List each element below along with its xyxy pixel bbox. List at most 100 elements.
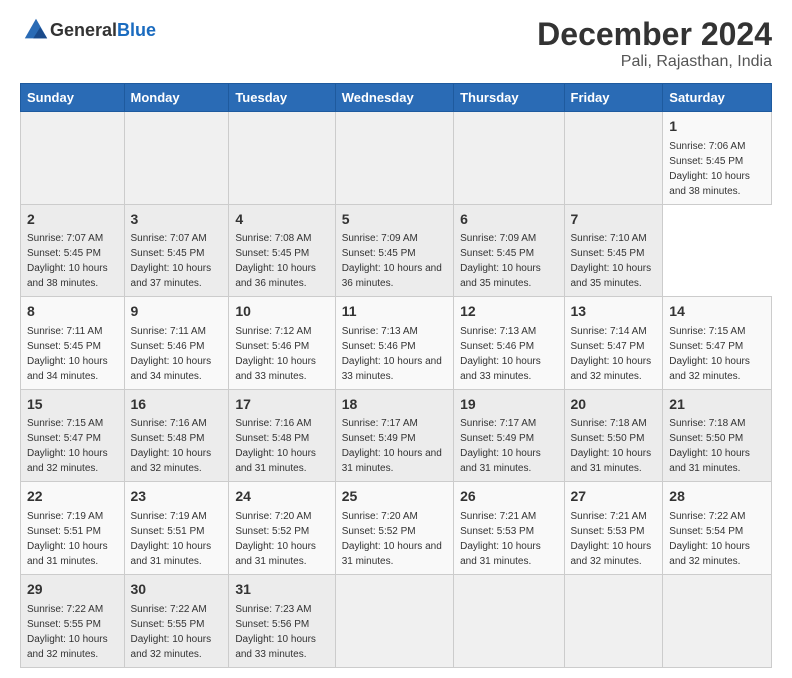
day-num: 31 <box>235 580 328 600</box>
logo-blue: Blue <box>117 20 156 40</box>
day-info: Sunrise: 7:22 AMSunset: 5:54 PMDaylight:… <box>669 511 750 567</box>
day-num: 2 <box>27 210 118 230</box>
day-info: Sunrise: 7:16 AMSunset: 5:48 PMDaylight:… <box>131 418 212 474</box>
header-row: SundayMondayTuesdayWednesdayThursdayFrid… <box>21 84 772 112</box>
col-header-thursday: Thursday <box>454 84 564 112</box>
day-cell-22: 22 Sunrise: 7:19 AMSunset: 5:51 PMDayligh… <box>21 482 125 575</box>
day-cell-17: 17Sunrise: 7:16 AMSunset: 5:48 PMDayligh… <box>229 389 335 482</box>
week-row-4: 15 Sunrise: 7:15 AMSunset: 5:47 PMDayligh… <box>21 389 772 482</box>
logo: GeneralBlue <box>20 16 156 44</box>
day-num: 22 <box>27 487 118 507</box>
day-num: 1 <box>669 117 765 137</box>
day-info: Sunrise: 7:17 AMSunset: 5:49 PMDaylight:… <box>460 418 541 474</box>
day-num: 15 <box>27 395 118 415</box>
day-num: 16 <box>131 395 223 415</box>
day-cell-8: 8 Sunrise: 7:11 AMSunset: 5:45 PMDaylight… <box>21 297 125 390</box>
day-cell-25: 25 Sunrise: 7:20 AMSunset: 5:52 PMDayligh… <box>335 482 453 575</box>
empty-cell <box>454 574 564 667</box>
empty-cell <box>564 112 663 205</box>
day-cell-28: 28Sunrise: 7:22 AMSunset: 5:54 PMDayligh… <box>663 482 772 575</box>
day-info: Sunrise: 7:16 AMSunset: 5:48 PMDaylight:… <box>235 418 316 474</box>
day-info: Sunrise: 7:08 AMSunset: 5:45 PMDaylight:… <box>235 233 316 289</box>
day-num: 30 <box>131 580 223 600</box>
day-info: Sunrise: 7:20 AMSunset: 5:52 PMDaylight:… <box>235 511 316 567</box>
day-info: Sunrise: 7:14 AMSunset: 5:47 PMDaylight:… <box>571 326 652 382</box>
empty-cell <box>564 574 663 667</box>
day-cell-18: 18 Sunrise: 7:17 AMSunset: 5:49 PMDayligh… <box>335 389 453 482</box>
day-cell-11: 11Sunrise: 7:13 AMSunset: 5:46 PMDayligh… <box>335 297 453 390</box>
day-info: Sunrise: 7:19 AMSunset: 5:51 PMDaylight:… <box>27 511 108 567</box>
day-num: 18 <box>342 395 447 415</box>
week-row-6: 29Sunrise: 7:22 AMSunset: 5:55 PMDayligh… <box>21 574 772 667</box>
day-info: Sunrise: 7:20 AMSunset: 5:52 PMDaylight:… <box>342 511 442 567</box>
logo-general: General <box>50 20 117 40</box>
day-info: Sunrise: 7:18 AMSunset: 5:50 PMDaylight:… <box>571 418 652 474</box>
col-header-saturday: Saturday <box>663 84 772 112</box>
day-info: Sunrise: 7:21 AMSunset: 5:53 PMDaylight:… <box>460 511 541 567</box>
title-block: December 2024 Pali, Rajasthan, India <box>537 16 772 71</box>
day-num: 27 <box>571 487 657 507</box>
day-info: Sunrise: 7:11 AMSunset: 5:45 PMDaylight:… <box>27 326 108 382</box>
day-cell-1: 1 Sunrise: 7:06 AMSunset: 5:45 PMDaylight… <box>663 112 772 205</box>
page-container: GeneralBlue December 2024 Pali, Rajastha… <box>0 0 792 678</box>
day-num: 11 <box>342 302 447 322</box>
day-num: 20 <box>571 395 657 415</box>
day-num: 25 <box>342 487 447 507</box>
day-info: Sunrise: 7:17 AMSunset: 5:49 PMDaylight:… <box>342 418 442 474</box>
day-cell-10: 10Sunrise: 7:12 AMSunset: 5:46 PMDayligh… <box>229 297 335 390</box>
day-cell-27: 27 Sunrise: 7:21 AMSunset: 5:53 PMDayligh… <box>564 482 663 575</box>
day-num: 3 <box>131 210 223 230</box>
day-cell-15: 15 Sunrise: 7:15 AMSunset: 5:47 PMDayligh… <box>21 389 125 482</box>
empty-cell <box>124 112 229 205</box>
day-num: 26 <box>460 487 557 507</box>
week-row-1: 1 Sunrise: 7:06 AMSunset: 5:45 PMDaylight… <box>21 112 772 205</box>
day-num: 8 <box>27 302 118 322</box>
empty-cell <box>663 574 772 667</box>
day-info: Sunrise: 7:07 AMSunset: 5:45 PMDaylight:… <box>27 233 108 289</box>
day-cell-12: 12 Sunrise: 7:13 AMSunset: 5:46 PMDayligh… <box>454 297 564 390</box>
day-cell-14: 14Sunrise: 7:15 AMSunset: 5:47 PMDayligh… <box>663 297 772 390</box>
day-num: 13 <box>571 302 657 322</box>
day-cell-24: 24Sunrise: 7:20 AMSunset: 5:52 PMDayligh… <box>229 482 335 575</box>
empty-cell <box>454 112 564 205</box>
day-info: Sunrise: 7:11 AMSunset: 5:46 PMDaylight:… <box>131 326 212 382</box>
day-num: 14 <box>669 302 765 322</box>
day-cell-7: 7Sunrise: 7:10 AMSunset: 5:45 PMDaylight… <box>564 204 663 297</box>
day-cell-3: 3 Sunrise: 7:07 AMSunset: 5:45 PMDaylight… <box>124 204 229 297</box>
day-num: 29 <box>27 580 118 600</box>
empty-cell <box>335 112 453 205</box>
col-header-tuesday: Tuesday <box>229 84 335 112</box>
header: GeneralBlue December 2024 Pali, Rajastha… <box>20 16 772 71</box>
day-info: Sunrise: 7:10 AMSunset: 5:45 PMDaylight:… <box>571 233 652 289</box>
day-info: Sunrise: 7:18 AMSunset: 5:50 PMDaylight:… <box>669 418 750 474</box>
main-title: December 2024 <box>537 16 772 53</box>
logo-icon <box>22 16 50 44</box>
day-cell-20: 20 Sunrise: 7:18 AMSunset: 5:50 PMDayligh… <box>564 389 663 482</box>
week-row-2: 2 Sunrise: 7:07 AMSunset: 5:45 PMDaylight… <box>21 204 772 297</box>
col-header-sunday: Sunday <box>21 84 125 112</box>
week-row-5: 22 Sunrise: 7:19 AMSunset: 5:51 PMDayligh… <box>21 482 772 575</box>
empty-cell <box>335 574 453 667</box>
day-num: 23 <box>131 487 223 507</box>
calendar-table: SundayMondayTuesdayWednesdayThursdayFrid… <box>20 83 772 668</box>
day-cell-30: 30Sunrise: 7:22 AMSunset: 5:55 PMDayligh… <box>124 574 229 667</box>
day-info: Sunrise: 7:19 AMSunset: 5:51 PMDaylight:… <box>131 511 212 567</box>
day-num: 4 <box>235 210 328 230</box>
day-cell-29: 29Sunrise: 7:22 AMSunset: 5:55 PMDayligh… <box>21 574 125 667</box>
subtitle: Pali, Rajasthan, India <box>537 53 772 71</box>
day-cell-9: 9Sunrise: 7:11 AMSunset: 5:46 PMDaylight… <box>124 297 229 390</box>
day-cell-23: 23 Sunrise: 7:19 AMSunset: 5:51 PMDayligh… <box>124 482 229 575</box>
day-num: 19 <box>460 395 557 415</box>
day-info: Sunrise: 7:21 AMSunset: 5:53 PMDaylight:… <box>571 511 652 567</box>
day-num: 12 <box>460 302 557 322</box>
day-info: Sunrise: 7:15 AMSunset: 5:47 PMDaylight:… <box>27 418 108 474</box>
day-rise: Sunrise: 7:06 AMSunset: 5:45 PMDaylight:… <box>669 141 750 197</box>
day-info: Sunrise: 7:12 AMSunset: 5:46 PMDaylight:… <box>235 326 316 382</box>
day-cell-2: 2 Sunrise: 7:07 AMSunset: 5:45 PMDaylight… <box>21 204 125 297</box>
day-info: Sunrise: 7:07 AMSunset: 5:45 PMDaylight:… <box>131 233 212 289</box>
day-num: 5 <box>342 210 447 230</box>
day-cell-21: 21Sunrise: 7:18 AMSunset: 5:50 PMDayligh… <box>663 389 772 482</box>
day-info: Sunrise: 7:13 AMSunset: 5:46 PMDaylight:… <box>460 326 541 382</box>
day-cell-16: 16 Sunrise: 7:16 AMSunset: 5:48 PMDayligh… <box>124 389 229 482</box>
day-cell-19: 19 Sunrise: 7:17 AMSunset: 5:49 PMDayligh… <box>454 389 564 482</box>
